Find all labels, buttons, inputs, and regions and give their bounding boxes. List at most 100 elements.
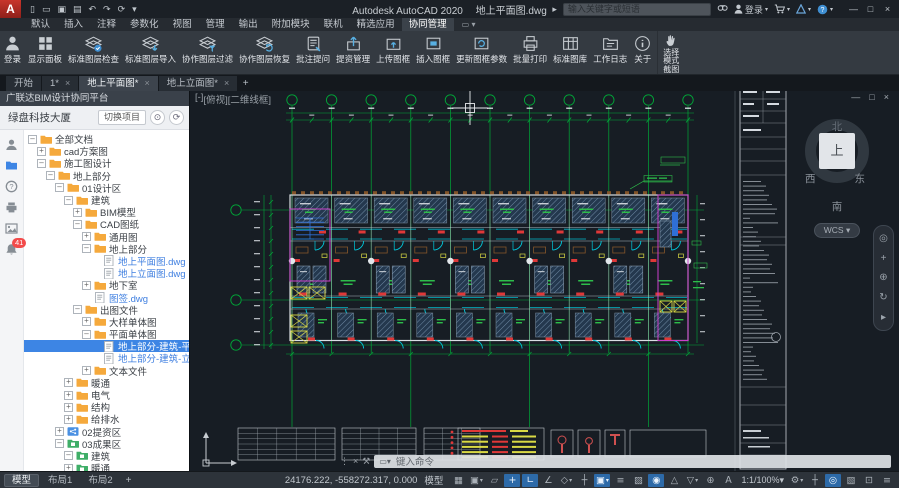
tree-item-出图文件[interactable]: –出图文件 (24, 304, 189, 316)
status-selection-filtering[interactable]: ▽▾ (684, 474, 700, 487)
redo-icon[interactable]: ↷ (103, 4, 111, 15)
command-input[interactable]: ▭▾ 键入命令 (374, 455, 891, 468)
open-file-icon[interactable]: ▭ (42, 4, 51, 15)
viewport-minimize-button[interactable]: — (851, 92, 860, 102)
status-annotation-scale[interactable]: 1:1/100%▾ (738, 475, 787, 486)
model-space-toggle[interactable]: 模型 (419, 473, 448, 487)
viewport-menu-control[interactable]: [-] (195, 92, 203, 106)
show-motion-icon[interactable]: ▸ (881, 312, 886, 323)
ribbon-tab-默认[interactable]: 默认 (24, 18, 57, 31)
tree-item-CAD图纸[interactable]: –CAD图纸 (24, 218, 189, 230)
tree-expand-toggle[interactable]: + (37, 147, 46, 156)
search-input[interactable] (563, 3, 711, 16)
drawing-canvas[interactable]: [-] [俯视] [二维线框] —□× 北 西 上 东 南 WCS ▾ ◎+⊕↻… (190, 91, 899, 471)
ribbon-tab-协同管理[interactable]: 协同管理 (402, 18, 454, 31)
viewcube-west[interactable]: 西 (805, 171, 816, 186)
viewport-close-button[interactable]: × (884, 92, 889, 102)
rail-bell-icon[interactable]: 41 (5, 243, 18, 256)
tree-expand-toggle[interactable]: – (37, 159, 46, 168)
status-workspace-switching[interactable]: ⚙▾ (789, 474, 805, 487)
tree-expand-toggle[interactable]: – (46, 171, 55, 180)
viewcube-top-face[interactable]: 上 (819, 133, 855, 169)
status-customization-menu[interactable]: ≡ (879, 474, 895, 487)
tree-expand-toggle[interactable]: + (64, 378, 73, 387)
status-annotation-monitor[interactable]: ┼ (807, 474, 823, 487)
tree-expand-toggle[interactable]: + (82, 281, 91, 290)
status-lineweight[interactable]: ≡ (612, 474, 628, 487)
ribbon-button-frame-insert[interactable]: 插入图框 (413, 31, 453, 74)
status-polar-tracking[interactable]: ∠ (540, 474, 556, 487)
tree-item-通用图[interactable]: +通用图 (24, 231, 189, 243)
ribbon-button-layers-import[interactable]: 标准图层导入 (122, 31, 179, 74)
command-grip-icon[interactable]: ⋮ (340, 456, 349, 467)
tree-expand-toggle[interactable]: + (82, 366, 91, 375)
ribbon-button-library[interactable]: 标准图库 (550, 31, 590, 74)
rail-image-icon[interactable] (5, 222, 18, 235)
close-tab-icon[interactable]: × (224, 76, 229, 91)
ribbon-button-printer[interactable]: 批量打印 (510, 31, 550, 74)
tree-expand-toggle[interactable]: + (64, 403, 73, 412)
ribbon-button-upload-manage[interactable]: 提资管理 (333, 31, 373, 74)
status-object-snap[interactable]: ▣▾ (594, 474, 610, 487)
rail-printer-icon[interactable] (5, 201, 18, 214)
tree-expand-toggle[interactable]: + (64, 415, 73, 424)
status-selection-cycling[interactable]: ◉ (648, 474, 664, 487)
pan-icon[interactable]: + (881, 253, 887, 264)
recent-commands-icon[interactable]: ▭▾ (379, 457, 391, 466)
status-hardware-acceleration[interactable]: ◎ (825, 474, 841, 487)
view-cube[interactable]: 北 西 上 东 南 WCS ▾ (791, 105, 883, 238)
save-as-icon[interactable]: ▤ (73, 4, 82, 15)
tree-expand-toggle[interactable]: + (55, 427, 64, 436)
status-isometric-drafting[interactable]: ◇▾ (558, 474, 574, 487)
search-expand-icon[interactable]: ▸ (552, 4, 557, 15)
selection-mode-screenshot-button[interactable]: 选择 模式 截图 (657, 31, 684, 74)
new-file-icon[interactable]: ▯ (30, 4, 35, 15)
close-tab-icon[interactable]: × (65, 76, 70, 91)
status-annotation-visibility[interactable]: A (720, 474, 736, 487)
status-ortho-mode[interactable]: ∟ (522, 474, 538, 487)
viewcube-ring[interactable]: 西 上 东 (805, 119, 869, 183)
new-drawing-tab-button[interactable]: + (238, 76, 253, 91)
ribbon-tab-视图[interactable]: 视图 (166, 18, 199, 31)
status-clean-screen[interactable]: ⊡ (861, 474, 877, 487)
tree-expand-toggle[interactable]: + (73, 208, 82, 217)
tree-expand-toggle[interactable]: + (82, 317, 91, 326)
tree-expand-toggle[interactable]: + (64, 391, 73, 400)
status-transparency[interactable]: ▨ (630, 474, 646, 487)
status-object-snap-tracking[interactable]: ┼ (576, 474, 592, 487)
tree-expand-toggle[interactable]: – (55, 439, 64, 448)
restore-button[interactable]: □ (862, 4, 879, 14)
ribbon-tab-精选应用[interactable]: 精选应用 (350, 18, 402, 31)
tree-expand-toggle[interactable]: – (73, 220, 82, 229)
undo-icon[interactable]: ↶ (89, 4, 97, 15)
locate-icon[interactable]: ⊙ (150, 110, 165, 125)
ribbon-button-layers-filter[interactable]: 协作图层过滤 (179, 31, 236, 74)
layout-tab-布局2[interactable]: 布局2 (81, 474, 119, 487)
status-dynamic-ucs[interactable]: △ (666, 474, 682, 487)
viewport-restore-button[interactable]: □ (869, 92, 874, 102)
ribbon-button-panels[interactable]: 显示面板 (25, 31, 65, 74)
tree-expand-toggle[interactable]: – (64, 196, 73, 205)
ribbon-button-frame-upload[interactable]: 上传图框 (373, 31, 413, 74)
ribbon-button-work-log[interactable]: 工作日志 (590, 31, 630, 74)
layout-tab-模型[interactable]: 模型 (4, 474, 39, 487)
rail-help-icon[interactable]: ? (5, 180, 18, 193)
ribbon-tab-管理[interactable]: 管理 (199, 18, 232, 31)
qat-dropdown-icon[interactable]: ▾ (132, 4, 137, 15)
tree-item-大样单体图[interactable]: +大样单体图 (24, 316, 189, 328)
zoom-icon[interactable]: ⊕ (879, 272, 887, 283)
a360-share-icon[interactable]: ▾ (796, 4, 811, 14)
search-icon[interactable] (717, 4, 728, 15)
refresh-icon[interactable]: ⟳ (169, 110, 184, 125)
tree-expand-toggle[interactable]: – (55, 183, 64, 192)
help-icon[interactable]: ? ▾ (817, 4, 833, 15)
drawing-tab-开始[interactable]: 开始 (6, 76, 41, 91)
layout-tab-布局1[interactable]: 布局1 (41, 474, 79, 487)
rail-user-icon[interactable] (5, 138, 18, 151)
status-graphics-performance[interactable]: ▧ (843, 474, 859, 487)
drawing-tab-1[interactable]: 1*× (42, 76, 78, 91)
status-dynamic-input[interactable]: + (504, 474, 520, 487)
wcs-dropdown[interactable]: WCS ▾ (814, 223, 860, 238)
ribbon-tab-插入[interactable]: 插入 (57, 18, 90, 31)
ribbon-tab-联机[interactable]: 联机 (317, 18, 350, 31)
